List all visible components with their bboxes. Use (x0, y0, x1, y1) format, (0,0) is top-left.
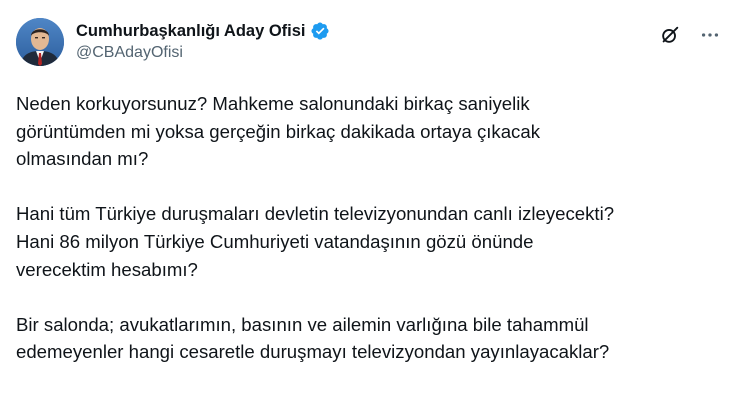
tweet-paragraph-2: Hani tüm Türkiye duruşmaları devletin te… (16, 203, 615, 280)
tweet-header: Cumhurbaşkanlığı Aday Ofisi @CBAdayOfisi (16, 18, 721, 74)
display-name[interactable]: Cumhurbaşkanlığı Aday Ofisi (76, 22, 306, 41)
tweet-card: Cumhurbaşkanlığı Aday Ofisi @CBAdayOfisi (0, 0, 737, 400)
grok-icon[interactable] (659, 24, 681, 46)
avatar[interactable] (16, 18, 64, 66)
tweet-paragraph-1: Neden korkuyorsunuz? Mahkeme salonundaki… (16, 93, 540, 170)
account-names: Cumhurbaşkanlığı Aday Ofisi @CBAdayOfisi (76, 20, 330, 62)
display-name-row: Cumhurbaşkanlığı Aday Ofisi (76, 20, 330, 42)
tweet-actions (659, 24, 721, 46)
tweet-paragraph-3: Bir salonda; avukatlarımın, basının ve a… (16, 313, 610, 363)
verified-badge-icon[interactable] (310, 21, 330, 41)
account-handle[interactable]: @CBAdayOfisi (76, 44, 330, 62)
more-horizontal-icon[interactable] (699, 24, 721, 46)
tweet-text: Neden korkuyorsunuz? Mahkeme salonundaki… (16, 90, 728, 366)
